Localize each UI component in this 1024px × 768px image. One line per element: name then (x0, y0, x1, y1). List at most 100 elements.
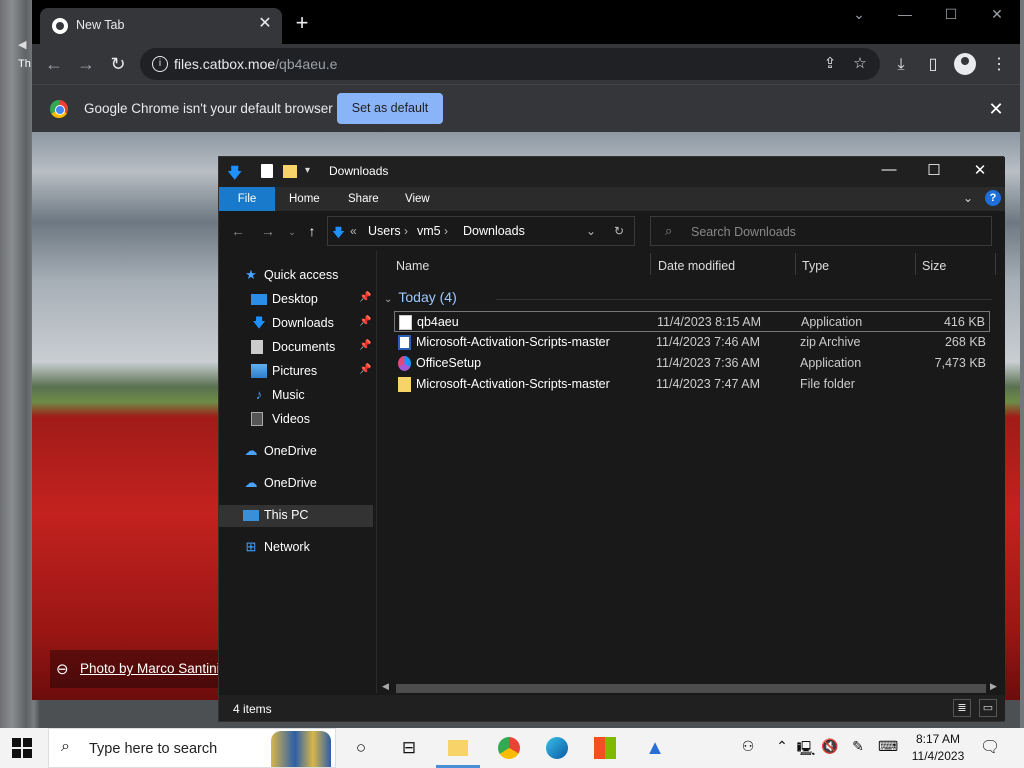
edge-taskbar-icon[interactable] (534, 728, 578, 768)
clock[interactable]: 8:17 AM 11/4/2023 (908, 731, 968, 765)
details-view-icon[interactable]: ≣ (953, 699, 971, 717)
properties-icon[interactable] (261, 164, 273, 178)
explorer-back-icon[interactable]: ← (229, 223, 247, 239)
pinned-app-taskbar-icon[interactable]: ▲ (632, 728, 676, 768)
refresh-icon[interactable]: ↻ (614, 224, 624, 238)
nav-onedrive[interactable]: ☁ OneDrive (219, 473, 373, 495)
pen-icon[interactable]: ✎ (848, 738, 868, 755)
nav-label: Desktop (272, 292, 318, 306)
notification-center-icon[interactable]: 🗨 (980, 737, 1000, 757)
store-taskbar-icon[interactable] (582, 728, 626, 768)
horizontal-scrollbar[interactable]: ◀ ▶ (378, 681, 1005, 695)
explorer-minimize-button[interactable]: — (877, 161, 901, 178)
infobar-close-icon[interactable]: ✕ (986, 99, 1006, 120)
ribbon-share-tab[interactable]: Share (348, 187, 379, 211)
nav-quick-access[interactable]: ★ Quick access (219, 265, 373, 287)
nav-desktop[interactable]: Desktop 📌 (219, 289, 373, 311)
profile-avatar-icon[interactable] (954, 53, 976, 75)
cortana-icon[interactable]: ○ (338, 728, 382, 768)
nav-onedrive[interactable]: ☁ OneDrive (219, 441, 373, 463)
new-folder-icon[interactable] (283, 165, 297, 178)
up-arrow-icon[interactable]: ↑ (303, 223, 321, 239)
file-row[interactable]: Microsoft-Activation-Scripts-master 11/4… (394, 374, 990, 395)
close-window-button[interactable]: ✕ (982, 6, 1012, 23)
nav-pictures[interactable]: Pictures 📌 (219, 361, 373, 383)
show-hidden-icons-chevron-icon[interactable]: ⌃ (772, 738, 792, 755)
explorer-forward-icon[interactable]: → (259, 223, 277, 239)
bookmark-star-icon[interactable]: ☆ (850, 54, 870, 74)
taskbar-search-box[interactable]: ⌕ Type here to search (48, 728, 336, 768)
column-header-name[interactable]: Name (396, 259, 429, 273)
column-header-date[interactable]: Date modified (658, 259, 735, 273)
ribbon-view-tab[interactable]: View (405, 187, 430, 211)
set-as-default-button[interactable]: Set as default (337, 93, 443, 124)
forward-arrow-icon[interactable]: → (74, 52, 98, 76)
task-view-icon[interactable]: ⊟ (386, 728, 430, 768)
pin-icon[interactable]: 📌 (359, 340, 371, 351)
tab-search-icon[interactable]: ⌄ (844, 6, 874, 23)
nav-this-pc[interactable]: This PC (219, 505, 373, 527)
group-header-today[interactable]: ⌄ Today (4) (384, 289, 457, 305)
breadcrumb-users[interactable]: Users (368, 224, 401, 238)
search-input[interactable]: ⌕ Search Downloads (650, 216, 992, 246)
file-row[interactable]: OfficeSetup 11/4/2023 7:36 AM Applicatio… (394, 353, 990, 374)
chrome-tab[interactable]: New Tab ✕ (40, 8, 282, 44)
nav-videos[interactable]: Videos (219, 409, 373, 431)
explorer-address-bar[interactable]: 🡇 « Users › vm5 › Downloads ⌄ ↻ (327, 216, 635, 246)
ribbon-expand-chevron-icon[interactable]: ⌄ (963, 191, 973, 205)
help-icon[interactable]: ? (985, 190, 1001, 206)
address-dropdown-icon[interactable]: ⌄ (586, 224, 596, 238)
column-header-type[interactable]: Type (802, 259, 829, 273)
back-arrow-icon[interactable]: ← (42, 52, 66, 76)
pin-icon[interactable]: 📌 (359, 292, 371, 303)
large-icons-view-icon[interactable]: ▭ (979, 699, 997, 717)
column-header-size[interactable]: Size (922, 259, 946, 273)
tab-close-icon[interactable]: ✕ (256, 15, 274, 33)
windows-start-icon[interactable] (12, 738, 32, 758)
pin-icon[interactable]: 📌 (359, 364, 371, 375)
site-info-icon[interactable]: i (152, 56, 168, 72)
breadcrumb-downloads[interactable]: Downloads (463, 224, 525, 238)
scroll-right-icon[interactable]: ▶ (990, 681, 997, 692)
column-divider[interactable] (795, 253, 796, 275)
scroll-left-icon[interactable]: ◀ (382, 681, 389, 692)
address-bar[interactable]: i files.catbox.moe/qb4aeu.e ⇪ ☆ (140, 48, 880, 80)
nav-downloads[interactable]: 🡇 Downloads 📌 (219, 313, 373, 335)
photo-credit-link[interactable]: Photo by Marco Santini (80, 661, 220, 676)
reload-icon[interactable]: ↻ (106, 52, 130, 76)
chrome-taskbar-icon[interactable] (486, 728, 530, 768)
minimize-button[interactable]: — (890, 6, 920, 22)
menu-kebab-icon[interactable]: ⋮ (988, 54, 1010, 76)
explorer-close-button[interactable]: ✕ (968, 161, 992, 179)
keyboard-icon[interactable]: ⌨ (878, 738, 898, 755)
recent-locations-icon[interactable]: ⌄ (283, 227, 301, 238)
downloads-icon[interactable]: ⤓ (890, 54, 912, 76)
people-icon[interactable]: ⚇ (738, 738, 758, 755)
maximize-button[interactable]: ☐ (936, 6, 966, 23)
share-icon[interactable]: ⇪ (820, 54, 840, 74)
breadcrumb-vm5[interactable]: vm5 (417, 224, 441, 238)
pin-icon[interactable]: 📌 (359, 316, 371, 327)
nav-network[interactable]: ⊞ Network (219, 537, 373, 559)
column-divider[interactable] (995, 253, 996, 275)
network-status-icon[interactable]: 🖳 (796, 738, 816, 762)
side-panel-icon[interactable]: ▯ (922, 54, 944, 76)
breadcrumb-separator-icon[interactable]: › (444, 224, 448, 238)
scrollbar-thumb[interactable] (396, 684, 986, 693)
nav-music[interactable]: ♪ Music (219, 385, 373, 407)
photo-credit[interactable]: ⊖ Photo by Marco Santini (50, 650, 230, 688)
breadcrumb-overflow[interactable]: « (350, 224, 357, 238)
file-row[interactable]: qb4aeu 11/4/2023 8:15 AM Application 416… (394, 311, 990, 332)
ribbon-home-tab[interactable]: Home (289, 187, 320, 211)
volume-muted-icon[interactable]: 🔇 (820, 738, 840, 755)
new-tab-button[interactable]: + (290, 12, 314, 36)
quick-access-toolbar-dropdown-icon[interactable]: ▾ (305, 165, 310, 176)
explorer-maximize-button[interactable]: ☐ (922, 161, 946, 179)
breadcrumb-separator-icon[interactable]: › (404, 224, 408, 238)
file-explorer-taskbar-icon[interactable] (436, 728, 480, 768)
column-divider[interactable] (650, 253, 651, 275)
file-row[interactable]: Microsoft-Activation-Scripts-master 11/4… (394, 332, 990, 353)
column-divider[interactable] (915, 253, 916, 275)
nav-documents[interactable]: Documents 📌 (219, 337, 373, 359)
ribbon-file-tab[interactable]: File (219, 187, 275, 211)
